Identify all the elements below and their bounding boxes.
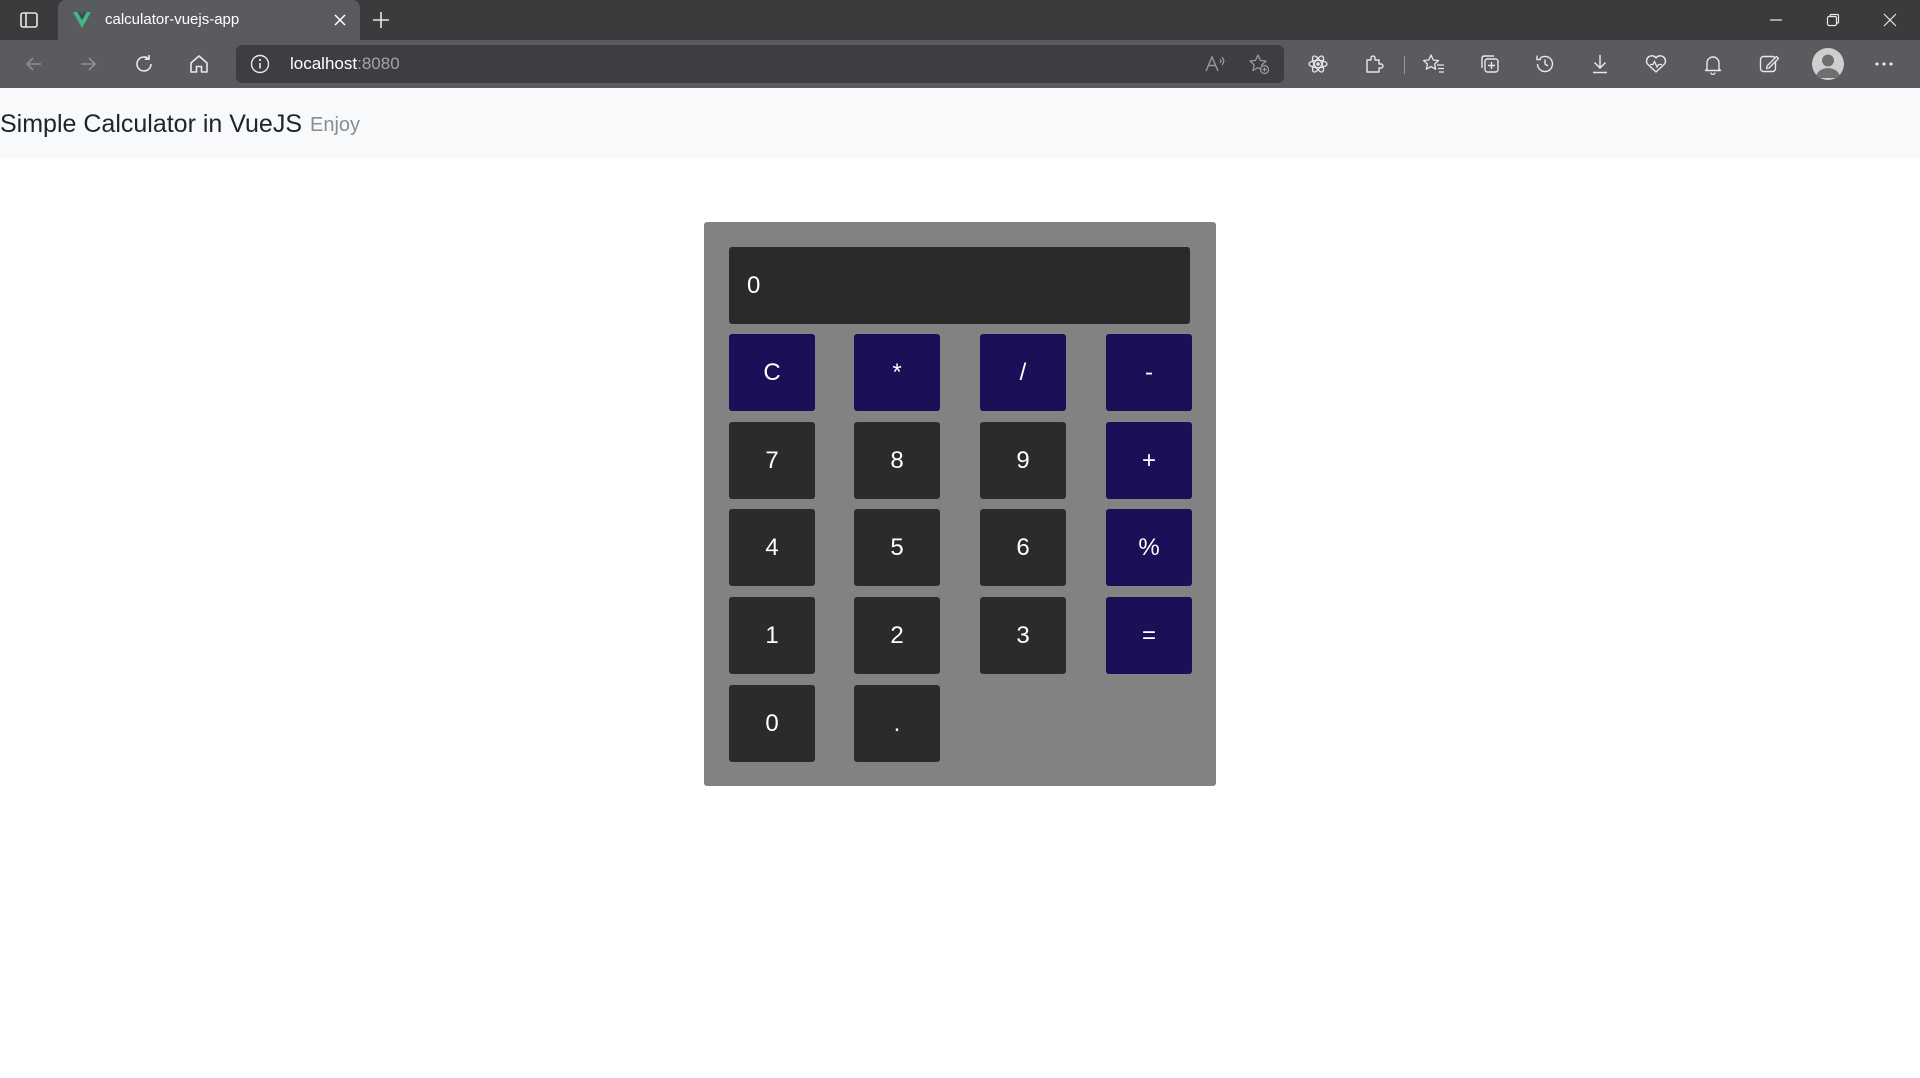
key-6[interactable]: 6 — [980, 509, 1066, 586]
browser-toolbar: localhost:8080 — [0, 40, 1920, 88]
collections-icon — [1481, 55, 1499, 73]
user-icon — [1816, 54, 1840, 78]
address-url[interactable]: localhost:8080 — [290, 54, 400, 74]
more-horizontal-icon — [1875, 62, 1893, 66]
nav-link-enjoy[interactable]: Enjoy — [310, 114, 360, 137]
key-7[interactable]: 7 — [729, 422, 815, 499]
tab-close-button[interactable] — [330, 10, 350, 30]
minimize-icon — [1770, 19, 1782, 21]
react-devtools-button[interactable] — [1302, 48, 1334, 80]
site-info-button[interactable] — [250, 54, 270, 74]
download-icon — [1593, 55, 1607, 74]
restore-icon — [1826, 13, 1840, 27]
home-icon — [190, 55, 208, 73]
window-minimize-button[interactable] — [1762, 6, 1790, 34]
calculator-display: 0 — [729, 247, 1190, 324]
key-3[interactable]: 3 — [980, 597, 1066, 674]
key-9[interactable]: 9 — [980, 422, 1066, 499]
puzzle-icon — [1366, 55, 1384, 73]
downloads-button[interactable] — [1584, 48, 1616, 80]
key-1[interactable]: 1 — [729, 597, 815, 674]
browser-tab-active[interactable]: calculator-vuejs-app — [58, 0, 360, 40]
close-icon — [1883, 13, 1897, 27]
refresh-button[interactable] — [128, 48, 160, 80]
toolbar-separator — [1404, 56, 1405, 74]
address-host: localhost — [290, 54, 358, 73]
address-port: :8080 — [357, 54, 400, 73]
browser-essentials-button[interactable] — [1640, 48, 1672, 80]
feedback-icon — [1759, 55, 1780, 73]
browser-tab-bar: calculator-vuejs-app — [0, 0, 1920, 40]
back-button[interactable] — [18, 48, 50, 80]
extensions-button[interactable] — [1358, 48, 1390, 80]
window-restore-button[interactable] — [1819, 6, 1847, 34]
site-navbar: Simple Calculator in VueJS Enjoy — [0, 88, 1920, 158]
read-aloud-button[interactable] — [1202, 52, 1228, 76]
home-button[interactable] — [183, 48, 215, 80]
info-icon — [250, 54, 270, 74]
history-icon — [1536, 55, 1554, 73]
settings-more-button[interactable] — [1868, 48, 1900, 80]
navbar-brand[interactable]: Simple Calculator in VueJS — [0, 110, 302, 139]
collections-button[interactable] — [1474, 48, 1506, 80]
key-divide[interactable]: / — [980, 334, 1066, 411]
notifications-button[interactable] — [1697, 48, 1729, 80]
favorites-icon — [1422, 54, 1444, 73]
key-multiply[interactable]: * — [854, 334, 940, 411]
read-aloud-icon — [1205, 55, 1225, 72]
key-dot[interactable]: . — [854, 685, 940, 762]
add-favorite-button[interactable] — [1246, 52, 1272, 76]
key-5[interactable]: 5 — [854, 509, 940, 586]
key-0[interactable]: 0 — [729, 685, 815, 762]
feedback-button[interactable] — [1753, 48, 1785, 80]
favorites-button[interactable] — [1418, 48, 1450, 80]
arrow-right-icon — [81, 57, 97, 71]
refresh-icon — [136, 55, 152, 72]
history-button[interactable] — [1529, 48, 1561, 80]
calculator: 0 C * / - 7 8 9 + 4 5 6 % 1 2 3 = 0 . — [704, 222, 1216, 786]
forward-button[interactable] — [72, 48, 104, 80]
key-equals[interactable]: = — [1106, 597, 1192, 674]
tab-actions-button[interactable] — [14, 8, 44, 32]
key-subtract[interactable]: - — [1106, 334, 1192, 411]
window-close-button[interactable] — [1876, 6, 1904, 34]
address-bar[interactable]: localhost:8080 — [236, 45, 1284, 83]
key-2[interactable]: 2 — [854, 597, 940, 674]
heartbeat-icon — [1645, 55, 1667, 73]
key-add[interactable]: + — [1106, 422, 1192, 499]
arrow-left-icon — [25, 57, 41, 71]
close-icon — [334, 14, 346, 26]
key-percent[interactable]: % — [1106, 509, 1192, 586]
key-8[interactable]: 8 — [854, 422, 940, 499]
plus-icon — [373, 12, 389, 28]
vue-logo-icon — [73, 12, 91, 28]
new-tab-button[interactable] — [368, 8, 394, 32]
key-4[interactable]: 4 — [729, 509, 815, 586]
key-clear[interactable]: C — [729, 334, 815, 411]
star-add-icon — [1249, 54, 1270, 75]
tab-actions-icon — [20, 12, 38, 28]
tab-title: calculator-vuejs-app — [105, 11, 240, 28]
atom-icon — [1308, 55, 1328, 73]
bell-icon — [1704, 56, 1722, 75]
profile-avatar[interactable] — [1812, 48, 1844, 80]
